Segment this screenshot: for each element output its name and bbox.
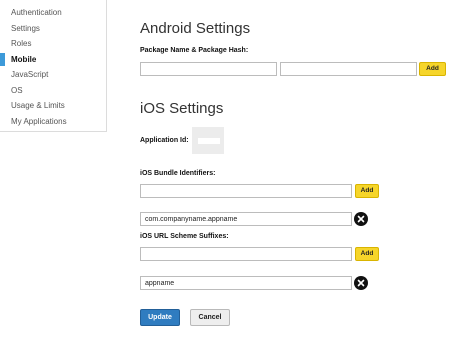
package-name-input[interactable]: [140, 62, 277, 76]
android-settings-title: Android Settings: [140, 20, 251, 37]
url-scheme-add-button[interactable]: Add: [355, 247, 379, 261]
sidebar-item-usage-limits[interactable]: Usage & Limits: [0, 98, 106, 114]
package-label: Package Name & Package Hash:: [140, 47, 249, 54]
cancel-button[interactable]: Cancel: [190, 309, 230, 326]
app-id-value: [198, 138, 220, 144]
sidebar-item-os[interactable]: OS: [0, 83, 106, 99]
bundle-add-button[interactable]: Add: [355, 184, 379, 198]
sidebar-item-roles[interactable]: Roles: [0, 36, 106, 52]
sidebar-item-javascript[interactable]: JavaScript: [0, 67, 106, 83]
sidebar-item-authentication[interactable]: Authentication: [0, 5, 106, 21]
remove-url-scheme-button[interactable]: [354, 276, 368, 290]
sidebar-item-mobile[interactable]: Mobile: [0, 52, 106, 68]
bundle-identifier-entry[interactable]: [140, 212, 352, 226]
sidebar-item-settings[interactable]: Settings: [0, 21, 106, 37]
sidebar-item-my-applications[interactable]: My Applications: [0, 114, 106, 130]
app-id-label: Application Id:: [140, 137, 189, 144]
remove-bundle-identifier-button[interactable]: [354, 212, 368, 226]
bundle-identifier-input[interactable]: [140, 184, 352, 198]
android-add-button[interactable]: Add: [419, 62, 446, 76]
close-icon: [357, 215, 365, 223]
ios-settings-title: iOS Settings: [140, 100, 224, 117]
sidebar: Authentication Settings Roles Mobile Jav…: [0, 0, 107, 132]
url-scheme-suffixes-label: iOS URL Scheme Suffixes:: [140, 233, 229, 240]
bundle-identifiers-label: iOS Bundle Identifiers:: [140, 170, 216, 177]
url-scheme-entry[interactable]: [140, 276, 352, 290]
package-hash-input[interactable]: [280, 62, 417, 76]
update-button[interactable]: Update: [140, 309, 180, 326]
close-icon: [357, 279, 365, 287]
url-scheme-input[interactable]: [140, 247, 352, 261]
